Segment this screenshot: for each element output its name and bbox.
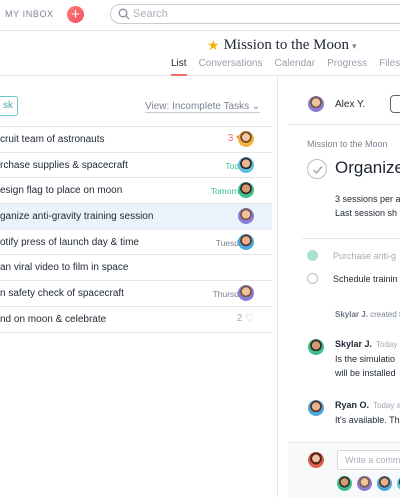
likes-number: 3 [227,133,234,144]
quick-add-button[interactable]: + [67,6,84,23]
avatar[interactable] [238,208,254,225]
comment-header: Skylar J. Today [335,339,397,349]
comment-text: Is the simulatio will be installed [335,352,396,380]
avatar[interactable] [238,131,254,147]
avatar[interactable] [308,400,324,416]
task-row[interactable]: n safety check of spacecraft Thursday [0,281,272,307]
comment-composer: Write a comm [288,442,400,497]
creator-name: Skylar J. [335,310,368,319]
comment-input[interactable]: Write a comm [337,450,400,470]
task-title: ganize anti-gravity training session [0,211,154,223]
comment-author[interactable]: Ryan O. [335,400,369,410]
task-title: n safety check of spacecraft [0,288,124,300]
comment-author[interactable]: Skylar J. [335,339,372,349]
task-title: an viral video to film in space [0,262,129,274]
likes-count[interactable]: 2 ♡ [237,313,254,324]
tab-progress[interactable]: Progress [327,58,367,76]
task-title: rchase supplies & spacecraft [0,159,128,171]
heart-outline-icon: ♡ [245,312,254,324]
task-title[interactable]: Organize [335,158,400,178]
check-icon [313,166,323,175]
avatar[interactable] [238,156,254,173]
avatar[interactable] [238,285,254,302]
search-bar[interactable]: Search [110,4,400,24]
likes-number: 2 [236,312,243,324]
tab-conversations[interactable]: Conversations [199,58,263,76]
search-icon [118,8,130,20]
view-filter-dropdown[interactable]: View: Incomplete Tasks ⌄ [145,101,261,113]
task-row[interactable]: cruit team of astronauts 3 ♥ [0,127,272,153]
tab-list[interactable]: List [171,58,187,76]
avatar[interactable] [377,476,392,491]
comment-text: It's available. Th [335,413,400,427]
avatar [308,452,324,468]
task-row[interactable]: otify press of launch day & time Tuesday [0,230,272,256]
avatar[interactable] [238,233,254,250]
task-row-selected[interactable]: ganize anti-gravity training session [0,204,272,230]
breadcrumb[interactable]: Mission to the Moon [307,139,388,149]
task-rows: cruit team of astronauts 3 ♥ rchase supp… [0,126,272,333]
task-title: cruit team of astronauts [0,134,105,145]
task-detail-pane: Alex Y. Mission to the Moon Organize 3 s… [288,77,400,497]
task-title: nd on moon & celebrate [0,313,107,325]
avatar[interactable] [308,339,324,355]
top-bar: MY INBOX + Search [0,0,400,30]
task-list-pane: sk View: Incomplete Tasks ⌄ cruit team o… [0,77,278,497]
checkbox[interactable] [307,273,318,284]
tab-calendar[interactable]: Calendar [274,58,315,76]
subtask-item[interactable]: Purchase anti-g [307,250,396,261]
task-row[interactable]: rchase supplies & spacecraft Today [0,153,272,179]
search-placeholder: Search [133,8,168,20]
assignee-bar: Alex Y. [288,77,400,125]
chevron-down-icon: ⌄ [251,101,261,112]
description-line: 3 sessions per a [335,194,400,204]
comment-header: Ryan O. Today a [335,400,400,410]
task-row[interactable]: esign flag to place on moon Tomorrow [0,178,272,205]
comment-time: Today [376,340,398,349]
comment-time: Today a [373,401,400,410]
avatar[interactable] [357,476,372,491]
project-title[interactable]: ★ Mission to the Moon ▾ [207,37,357,54]
comment-line: will be installed [335,368,396,378]
add-task-button[interactable]: sk [0,96,18,116]
task-title: esign flag to place on moon [0,185,123,197]
task-title: otify press of launch day & time [0,236,139,248]
view-filter-label: View: Incomplete Tasks [145,101,250,112]
subtask-item[interactable]: Schedule trainin [307,273,398,284]
project-name: Mission to the Moon [223,37,349,53]
star-icon[interactable]: ★ [207,37,220,54]
comment-line: Is the simulatio [335,354,396,364]
subtask-label: Schedule trainin [333,274,398,284]
followers-list [337,476,400,491]
avatar[interactable] [337,476,352,491]
tab-files[interactable]: Files [379,58,400,76]
avatar[interactable] [238,182,254,199]
project-header: ★ Mission to the Moon ▾ List Conversatio… [0,30,400,76]
calendar-icon[interactable] [390,95,400,113]
subtask-label: Purchase anti-g [333,251,397,261]
chevron-down-icon[interactable]: ▾ [352,41,357,52]
divider [302,238,400,239]
task-row[interactable]: nd on moon & celebrate 2 ♡ [0,307,272,333]
comment-line: It's available. Th [335,415,400,425]
complete-checkbox[interactable] [307,159,327,179]
task-row[interactable]: an viral video to film in space [0,255,272,282]
avatar[interactable] [308,96,324,112]
created-info: Skylar J. created t [335,310,400,319]
project-tabs: List Conversations Calendar Progress Fil… [171,58,400,76]
description-line: Last session sh [335,208,398,218]
check-icon[interactable] [307,250,318,261]
assignee-name[interactable]: Alex Y. [335,99,365,110]
created-text: created t [367,310,400,319]
task-description[interactable]: 3 sessions per a Last session sh [335,192,400,220]
my-inbox-link[interactable]: MY INBOX [5,9,54,19]
